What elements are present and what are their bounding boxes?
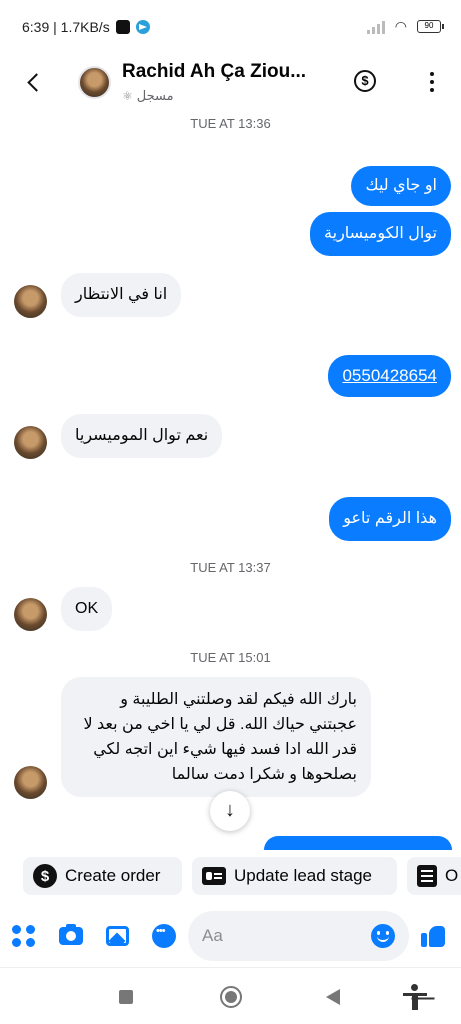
camera-icon[interactable] [58, 923, 84, 949]
message-line: بصلحوها و شكرا دمت سالما [171, 766, 357, 783]
update-lead-stage-label: Update lead stage [234, 866, 372, 885]
status-left: 6:39 | 1.7KB/s [22, 19, 150, 35]
system-nav-bar [0, 967, 461, 1024]
contact-status-label: مسجل [136, 88, 174, 103]
battery-icon: 90 [417, 20, 444, 33]
message-input-placeholder: Aa [202, 926, 223, 945]
menu-grid-icon[interactable] [11, 923, 37, 949]
accessibility-icon[interactable] [403, 984, 427, 1010]
sender-avatar[interactable] [14, 426, 47, 459]
sender-avatar[interactable] [14, 285, 47, 318]
message-outgoing-partial[interactable] [264, 836, 452, 850]
wifi-icon: ◠ [394, 18, 407, 34]
update-lead-stage-button[interactable]: Update lead stage [192, 857, 397, 895]
recents-icon[interactable] [119, 990, 133, 1004]
scroll-down-icon[interactable]: ↓ [210, 791, 250, 831]
timestamp: TUE AT 13:37 [190, 560, 271, 575]
contact-name[interactable]: Rachid Ah Ça Ziou... [122, 61, 306, 83]
status-time: 6:39 | 1.7KB/s [22, 19, 110, 35]
composer: Aa [0, 905, 461, 967]
saved-replies-icon[interactable] [151, 923, 177, 949]
message-incoming[interactable]: نعم توال الموميسريا [61, 414, 223, 458]
message-outgoing[interactable]: هذا الرقم تاعو [329, 497, 451, 541]
sender-avatar[interactable] [14, 598, 47, 631]
back-icon[interactable] [20, 68, 50, 98]
message-outgoing-phone[interactable]: 0550428654 [328, 355, 451, 397]
quick-actions-bar: $ Create order Update lead stage O [0, 857, 461, 895]
signal-icon [366, 20, 385, 34]
sender-avatar[interactable] [14, 766, 47, 799]
more-action-button[interactable]: O [407, 857, 461, 895]
like-icon[interactable] [420, 923, 446, 949]
message-input[interactable]: Aa [188, 911, 409, 961]
message-outgoing[interactable]: توال الكوميسارية [310, 212, 451, 256]
dollar-icon: $ [33, 864, 57, 888]
status-bar: 6:39 | 1.7KB/s ◠ 90 [0, 0, 461, 58]
create-order-button[interactable]: $ Create order [23, 857, 182, 895]
message-incoming-long[interactable]: بارك الله فيكم لقد وصلتني الطليبة و عجبت… [61, 677, 371, 797]
contact-status: ⚛ مسجل [122, 88, 174, 104]
telegram-icon [135, 20, 150, 34]
dollar-icon[interactable]: $ [354, 70, 376, 92]
emoji-icon[interactable] [371, 924, 395, 948]
contact-avatar[interactable] [78, 66, 111, 99]
chat-header: Rachid Ah Ça Ziou... ⚛ مسجل $ [0, 58, 461, 114]
message-incoming[interactable]: OK [61, 587, 113, 631]
form-icon [417, 864, 437, 888]
id-card-icon [202, 864, 226, 888]
more-icon[interactable] [429, 72, 435, 92]
capcut-icon [115, 20, 130, 34]
gallery-icon[interactable] [104, 923, 130, 949]
status-right: ◠ 90 [366, 18, 444, 35]
message-line: بارك الله فيكم لقد وصلتني الطليبة و [120, 691, 357, 708]
message-incoming[interactable]: انا في الانتظار [61, 273, 182, 317]
nav-back-icon[interactable] [326, 989, 340, 1005]
home-icon[interactable] [220, 986, 242, 1008]
more-action-label: O [445, 866, 459, 885]
atom-icon: ⚛ [122, 89, 133, 103]
create-order-label: Create order [65, 866, 161, 885]
timestamp: TUE AT 15:01 [190, 650, 271, 665]
message-line: قدر الله ادا فسد فيها شيء اين اتجه لكي [93, 741, 357, 758]
message-line: عجبتني حياك الله. قل لي يا اخي من بعد لا [83, 716, 357, 733]
message-outgoing[interactable]: او جاي ليك [351, 166, 451, 206]
timestamp: TUE AT 13:36 [190, 116, 271, 131]
